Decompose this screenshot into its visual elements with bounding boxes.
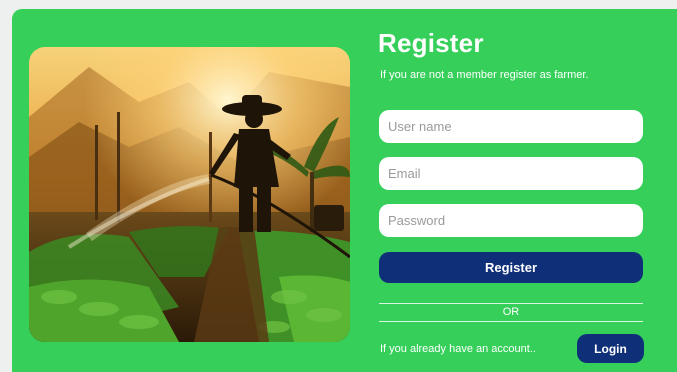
farmer-image-icon xyxy=(29,47,350,342)
or-label: OR xyxy=(502,306,520,318)
register-subtitle: If you are not a member register as farm… xyxy=(380,69,589,81)
farmer-illustration xyxy=(29,47,350,342)
email-input[interactable] xyxy=(379,157,643,190)
or-divider: OR xyxy=(379,303,643,322)
already-account-text: If you already have an account.. xyxy=(380,343,536,355)
password-input[interactable] xyxy=(379,204,643,237)
register-button[interactable]: Register xyxy=(379,252,643,283)
login-button[interactable]: Login xyxy=(577,334,644,363)
username-input[interactable] xyxy=(379,110,643,143)
register-title: Register xyxy=(378,28,484,58)
